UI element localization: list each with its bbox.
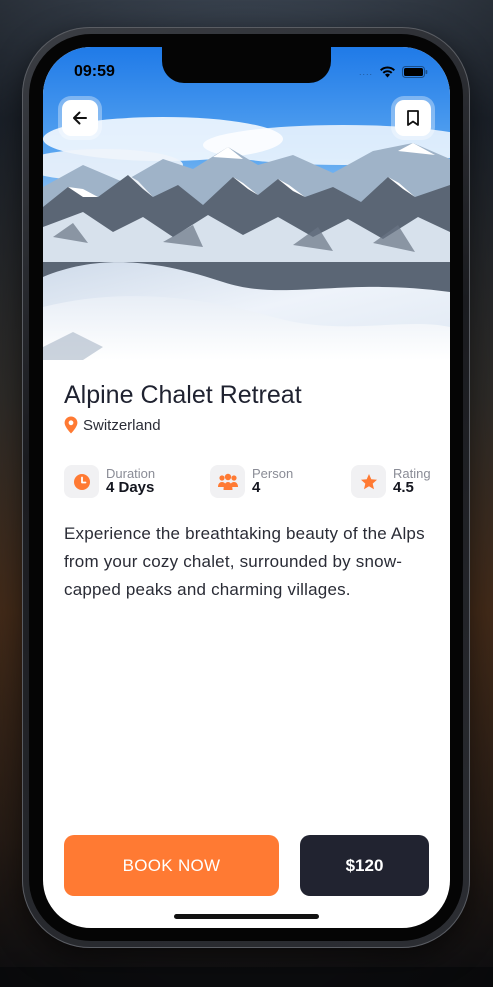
bookmark-icon [407,110,419,126]
map-pin-icon [64,416,78,434]
listing-title: Alpine Chalet Retreat [64,381,302,409]
stat-label: Person [252,465,294,481]
arrow-left-icon [73,111,87,125]
stat-label: Duration [106,465,156,481]
stat-text: Duration 4 Days [106,467,155,496]
app-screen: 09:59 .... Alpine Chalet Retreat Switzer… [43,47,450,928]
home-indicator[interactable] [174,914,319,919]
stat-value: 4.5 [393,479,414,497]
stat-value: 4 [252,479,261,497]
background-bottom-band [0,967,493,987]
stat-icon-box [351,465,386,498]
location: Switzerland [64,416,161,434]
listing-description: Experience the breathtaking beauty of th… [64,524,425,599]
stat-text: Rating 4.5 [393,467,431,496]
stat-label: Rating [393,465,431,481]
status-time: 09:59 [74,63,115,80]
clock-icon [73,473,90,490]
star-icon [360,473,377,489]
stat-rating: Rating 4.5 [351,465,431,498]
signal-indicator: .... [358,67,373,77]
hero-image [43,47,450,360]
stat-icon-box [64,465,99,498]
stat-duration: Duration 4 Days [64,465,155,498]
wifi-icon [380,66,395,78]
stat-text: Person 4 [252,467,293,496]
stat-person: Person 4 [210,465,293,498]
phone-notch [162,47,331,83]
price-button[interactable]: $120 [300,835,429,896]
stat-value: 4 Days [106,479,155,497]
stats-row: Duration 4 Days Person 4 Rating 4.5 [64,465,431,501]
status-icons: .... [359,66,428,78]
location-label: Switzerland [83,416,161,434]
mountain-illustration [43,47,450,360]
book-now-button[interactable]: BOOK NOW [64,835,279,896]
battery-icon [402,66,428,78]
bookmark-button[interactable] [395,100,431,136]
people-icon [217,473,238,490]
back-button[interactable] [62,100,98,136]
stat-icon-box [210,465,245,498]
